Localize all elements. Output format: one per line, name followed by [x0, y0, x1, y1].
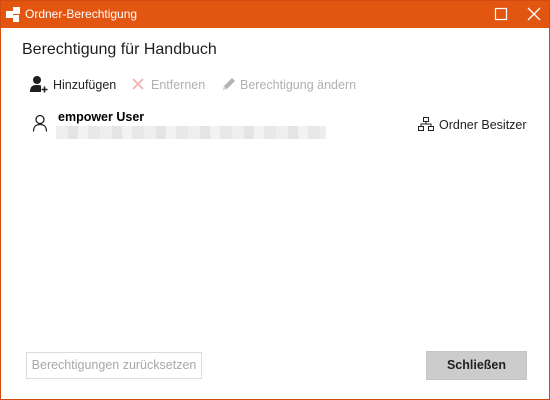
user-icon	[32, 114, 48, 132]
reset-permissions-button[interactable]: Berechtigungen zurücksetzen	[26, 352, 202, 379]
title-bar[interactable]: Ordner-Berechtigung	[1, 1, 549, 28]
maximize-icon[interactable]	[494, 7, 508, 21]
role-label: Ordner Besitzer	[439, 118, 527, 132]
user-name: empower User	[58, 110, 145, 124]
dialog-heading: Berechtigung für Handbuch	[22, 41, 217, 58]
close-button[interactable]: Schließen	[426, 351, 527, 380]
add-button[interactable]: Hinzufügen	[29, 75, 119, 93]
change-permission-label: Berechtigung ändern	[240, 78, 357, 92]
app-icon	[6, 7, 20, 22]
permission-row[interactable]: empower User Ordner Besitzer	[23, 105, 531, 145]
close-icon[interactable]	[527, 7, 541, 21]
hierarchy-icon	[418, 117, 434, 131]
blurred-user-detail	[56, 126, 326, 139]
add-user-icon	[30, 76, 48, 93]
pencil-icon	[223, 78, 235, 90]
remove-label: Entfernen	[151, 78, 206, 92]
window-title: Ordner-Berechtigung	[25, 7, 138, 21]
permission-dialog: Ordner-Berechtigung Berechtigung für Han…	[0, 0, 550, 400]
remove-button[interactable]: Entfernen	[130, 75, 210, 93]
change-permission-button[interactable]: Berechtigung ändern	[221, 75, 361, 93]
add-label: Hinzufügen	[53, 78, 117, 92]
x-icon	[132, 78, 144, 90]
